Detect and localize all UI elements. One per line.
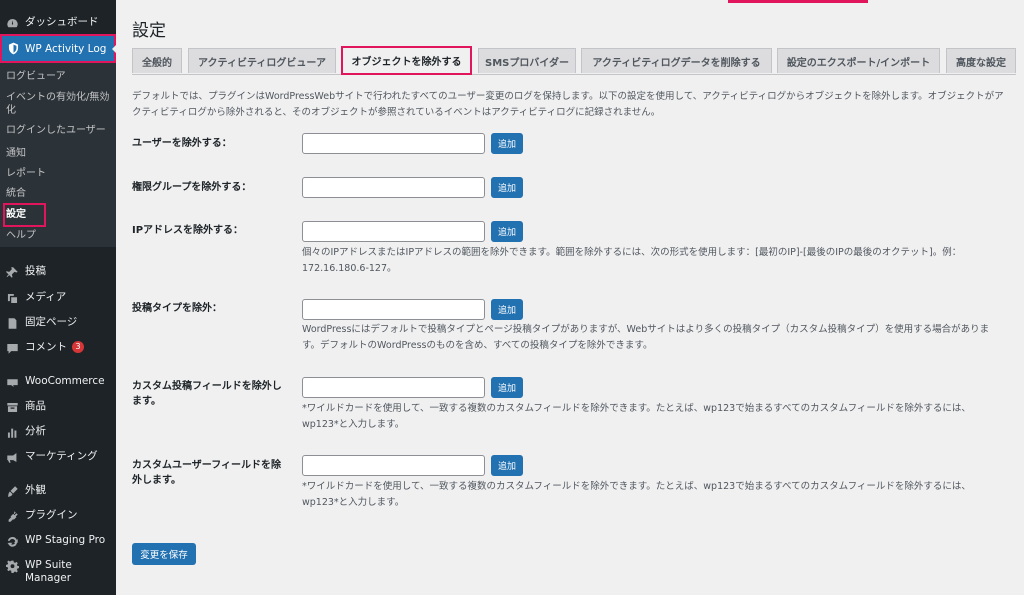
submenu-log-viewer[interactable]: ログビューア	[6, 70, 114, 83]
menu-marketing[interactable]: マーケティング	[0, 450, 116, 464]
admin-sidebar: ダッシュボード WP Activity Log ログビューア イベントの有効化/…	[0, 0, 118, 595]
menu-woocommerce[interactable]: WooCommerce	[0, 375, 116, 389]
page-title: 設定	[132, 21, 166, 41]
refresh-icon	[5, 534, 19, 548]
comments-count-badge: 3	[72, 341, 84, 353]
submenu-notifications[interactable]: 通知	[6, 147, 114, 160]
tab-general[interactable]: 全般的	[132, 48, 182, 73]
top-accent-bar	[728, 0, 868, 3]
tab-exclude-objects[interactable]: オブジェクトを除外する	[341, 46, 472, 75]
menu-comments[interactable]: コメント 3	[0, 341, 116, 355]
menu-wp-staging[interactable]: WP Staging Pro	[0, 534, 116, 548]
exclude-custom-user-fields-help: *ワイルドカードを使用して、一致する複数のカスタムフィールドを除外できます。たと…	[302, 481, 971, 508]
exclude-ip-label: IPアドレスを除外する：	[132, 225, 244, 236]
pin-icon	[5, 265, 19, 279]
exclude-custom-user-fields-label: カスタムユーザーフィールドを除外します。	[132, 460, 281, 486]
submenu-logged-in-users[interactable]: ログインしたユーザー	[6, 124, 114, 137]
settings-tabs: 全般的 アクティビティログビューア オブジェクトを除外する SMSプロバイダー …	[132, 46, 1016, 75]
settings-highlight-box	[3, 203, 46, 227]
exclude-custom-user-fields-input[interactable]	[302, 455, 485, 476]
woocommerce-icon	[5, 375, 19, 389]
megaphone-icon	[5, 450, 19, 464]
menu-plugins[interactable]: プラグイン	[0, 509, 116, 523]
submenu-integrations[interactable]: 統合	[6, 187, 114, 200]
tab-export-import-settings[interactable]: 設定のエクスポート/インポート	[777, 48, 940, 73]
archive-icon	[5, 400, 19, 414]
exclude-ip-input[interactable]	[302, 221, 485, 242]
comment-icon	[5, 341, 19, 355]
submenu-enable-disable-events[interactable]: イベントの有効化/無効化	[6, 91, 114, 117]
gear-icon	[5, 559, 19, 573]
menu-media[interactable]: メディア	[0, 291, 116, 305]
plugin-icon	[5, 509, 19, 523]
shield-icon	[6, 42, 20, 56]
submenu-help[interactable]: ヘルプ	[6, 229, 114, 242]
main-content: 設定 全般的 アクティビティログビューア オブジェクトを除外する SMSプロバイ…	[116, 0, 1024, 595]
exclude-users-input[interactable]	[302, 133, 485, 154]
exclude-roles-add-button[interactable]: 追加	[491, 177, 523, 198]
exclude-custom-post-fields-help: *ワイルドカードを使用して、一致する複数のカスタムフィールドを除外できます。たと…	[302, 403, 971, 430]
tab-advanced-settings[interactable]: 高度な設定	[946, 48, 1016, 73]
dashboard-icon	[5, 16, 19, 30]
exclude-post-types-input[interactable]	[302, 299, 485, 320]
exclude-roles-input[interactable]	[302, 177, 485, 198]
exclude-custom-post-fields-label: カスタム投稿フィールドを除外します。	[132, 381, 282, 407]
exclude-post-types-label: 投稿タイプを除外：	[132, 303, 222, 314]
exclude-ip-add-button[interactable]: 追加	[491, 221, 523, 242]
brush-icon	[5, 484, 19, 498]
tab-delete-activity-log-data[interactable]: アクティビティログデータを削除する	[581, 48, 772, 73]
exclude-users-add-button[interactable]: 追加	[491, 133, 523, 154]
exclude-users-label: ユーザーを除外する：	[132, 138, 232, 149]
exclude-post-types-add-button[interactable]: 追加	[491, 299, 523, 320]
exclude-custom-user-fields-add-button[interactable]: 追加	[491, 455, 523, 476]
exclude-custom-post-fields-input[interactable]	[302, 377, 485, 398]
page-icon	[5, 316, 19, 330]
exclude-roles-label: 権限グループを除外する：	[132, 182, 252, 193]
menu-wp-suite-manager[interactable]: WP Suite Manager	[0, 559, 116, 585]
menu-pages[interactable]: 固定ページ	[0, 316, 116, 330]
page-description: デフォルトでは、プラグインはWordPressWebサイトで行われたすべてのユー…	[132, 91, 1004, 118]
tab-activity-log-viewer[interactable]: アクティビティログビューア	[188, 48, 336, 73]
save-changes-button[interactable]: 変更を保存	[132, 543, 196, 565]
media-icon	[5, 291, 19, 305]
exclude-ip-help: 個々のIPアドレスまたはIPアドレスの範囲を除外できます。範囲を除外するには、次…	[302, 247, 962, 274]
submenu-reports[interactable]: レポート	[6, 167, 114, 180]
menu-posts[interactable]: 投稿	[0, 265, 116, 279]
menu-dashboard[interactable]: ダッシュボード	[0, 16, 116, 30]
bar-chart-icon	[5, 425, 19, 439]
menu-wp-activity-log[interactable]: WP Activity Log	[0, 34, 116, 63]
menu-appearance[interactable]: 外観	[0, 484, 116, 498]
menu-analytics[interactable]: 分析	[0, 425, 116, 439]
exclude-custom-post-fields-add-button[interactable]: 追加	[491, 377, 523, 398]
tab-sms-providers[interactable]: SMSプロバイダー	[478, 48, 576, 73]
exclude-post-types-help: WordPressにはデフォルトで投稿タイプとページ投稿タイプがありますが、We…	[302, 324, 990, 351]
menu-products[interactable]: 商品	[0, 400, 116, 414]
